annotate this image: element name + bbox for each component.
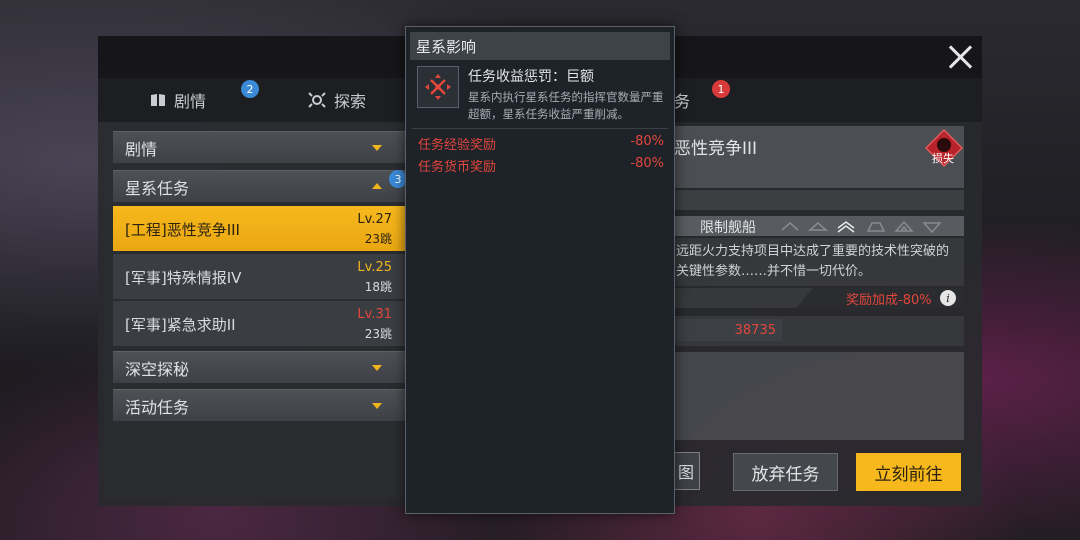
loss-badge: 损失 — [924, 128, 964, 168]
tooltip-header: 星系影响 — [410, 32, 670, 60]
penalty-row-value: -80% — [630, 134, 664, 149]
tab-story-label: 剧情 — [174, 92, 207, 111]
explore-icon — [308, 92, 326, 108]
tab-mission-label: 务 — [674, 92, 691, 111]
penalty-symbol-icon — [425, 74, 451, 100]
quest-item-3[interactable]: [军事]紧急求助II Lv.31 23跳 — [113, 301, 406, 347]
tab-story[interactable]: 剧情 — [150, 78, 206, 122]
star-map-button-label: 图 — [677, 463, 694, 482]
reward-items-block — [672, 352, 964, 440]
loss-badge-label: 损失 — [932, 152, 954, 165]
category-galaxy[interactable]: 星系任务 — [113, 170, 406, 202]
quest-item-1[interactable]: [工程]恶性竞争III Lv.27 23跳 — [113, 206, 406, 252]
quest-name: [工程]恶性竞争III — [125, 221, 240, 239]
close-button[interactable] — [944, 40, 978, 74]
category-story-label: 剧情 — [125, 139, 158, 159]
info-icon[interactable]: i — [940, 290, 956, 306]
bonus-value: -80% — [898, 293, 932, 308]
bonus-label: 奖励加成 — [846, 293, 899, 308]
go-now-button[interactable]: 立刻前往 — [856, 453, 961, 491]
tab-mission-badge: 1 — [712, 80, 730, 98]
abandon-mission-label: 放弃任务 — [751, 464, 820, 485]
penalty-title: 任务收益惩罚：巨额 — [468, 69, 594, 85]
mission-description: 远距火力支持项目中达成了重要的技术性突破的关键性参数……并不惜一切代价。 — [676, 244, 950, 279]
tooltip-divider — [412, 128, 668, 129]
chevron-down-icon — [372, 365, 382, 371]
detail-subrow — [672, 190, 964, 210]
quest-name: [军事]特殊情报IV — [125, 269, 242, 287]
category-story[interactable]: 剧情 — [113, 131, 406, 163]
quest-item-2[interactable]: [军事]特殊情报IV Lv.25 18跳 — [113, 254, 406, 300]
restricted-ship-label: 限制舰船 — [700, 220, 756, 236]
chevron-up-icon — [372, 183, 382, 189]
abandon-mission-button[interactable]: 放弃任务 — [733, 453, 838, 491]
quest-jumps: 23跳 — [364, 327, 392, 341]
category-event[interactable]: 活动任务 — [113, 389, 406, 421]
penalty-row-label: 任务货币奖励 — [418, 160, 497, 175]
penalty-description: 星系内执行星系任务的指挥官数量严重超额，星系任务收益严重削减。 — [468, 90, 664, 121]
go-now-label: 立刻前往 — [874, 464, 943, 485]
bonus-text: 奖励加成-80% — [846, 289, 932, 308]
category-event-label: 活动任务 — [125, 397, 190, 417]
star-map-button[interactable]: 图 — [672, 452, 700, 490]
tab-story-badge: 2 — [241, 80, 259, 98]
detail-title: 恶性竞争III — [674, 139, 758, 159]
ship-class-icons — [781, 220, 942, 234]
penalty-row-label: 任务经验奖励 — [418, 138, 497, 153]
penalty-row-value: -80% — [630, 156, 664, 171]
penalty-row-exp: 任务经验奖励 -80% — [418, 134, 664, 153]
reward-value: 38735 — [674, 319, 782, 341]
penalty-icon — [417, 66, 459, 108]
tab-explore-label: 探索 — [334, 92, 367, 111]
category-galaxy-label: 星系任务 — [125, 178, 190, 198]
penalty-row-currency: 任务货币奖励 -80% — [418, 156, 664, 175]
chevron-down-icon — [372, 403, 382, 409]
quest-jumps: 18跳 — [364, 280, 392, 294]
book-icon — [151, 94, 165, 106]
tab-explore[interactable]: 探索 — [308, 78, 366, 122]
quest-name: [军事]紧急求助II — [125, 316, 236, 334]
quest-jumps: 23跳 — [364, 232, 392, 246]
chevron-down-icon — [372, 145, 382, 151]
quest-level: Lv.25 — [357, 260, 392, 275]
category-deep-space-label: 深空探秘 — [125, 359, 190, 379]
quest-level: Lv.31 — [357, 307, 392, 322]
category-deep-space[interactable]: 深空探秘 — [113, 351, 406, 383]
quest-level: Lv.27 — [357, 212, 392, 227]
tab-mission[interactable]: 务 — [674, 78, 690, 122]
